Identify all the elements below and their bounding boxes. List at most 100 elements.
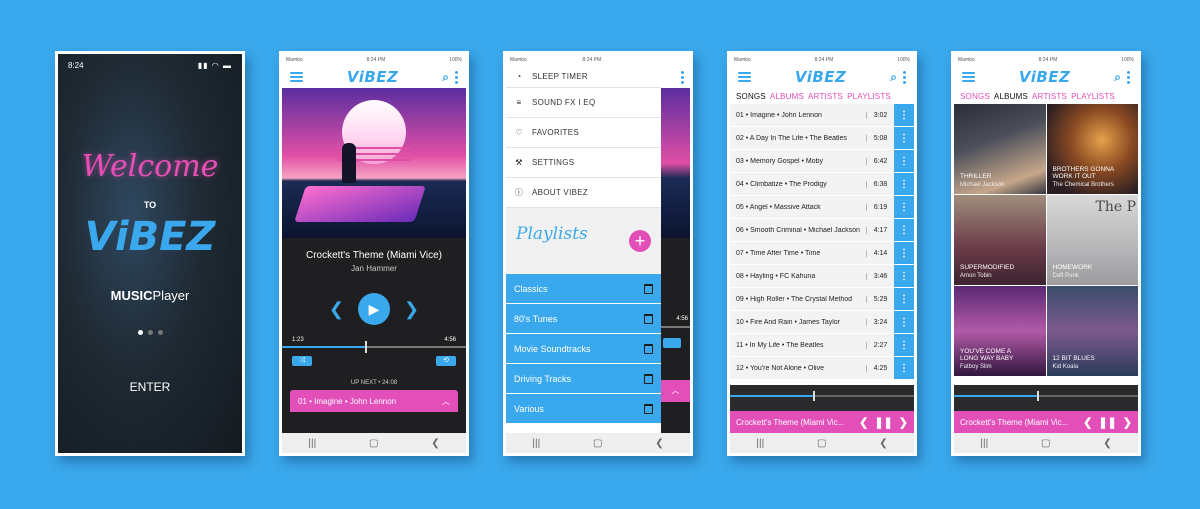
song-row[interactable]: 12 • You're Not Alone • Olive 4:25 ⋮ bbox=[730, 357, 914, 380]
recent-apps-icon[interactable]: ||| bbox=[532, 438, 540, 449]
menu-icon[interactable] bbox=[738, 72, 751, 82]
search-icon[interactable]: ⌕ bbox=[1114, 70, 1121, 85]
song-row[interactable]: 01 • Imagine • John Lennon 3:02 ⋮ bbox=[730, 104, 914, 127]
page-dot[interactable] bbox=[137, 330, 143, 335]
pause-icon[interactable]: ❚❚ bbox=[1098, 416, 1116, 429]
song-options-icon[interactable]: ⋮ bbox=[894, 265, 914, 287]
back-icon[interactable]: ❮ bbox=[655, 438, 663, 449]
previous-icon[interactable]: ❮ bbox=[1083, 416, 1092, 429]
song-options-icon[interactable]: ⋮ bbox=[894, 104, 914, 126]
tab-albums[interactable]: ALBUMS bbox=[770, 92, 804, 101]
next-icon[interactable]: ❯ bbox=[1123, 416, 1132, 429]
next-icon[interactable]: ❯ bbox=[404, 299, 419, 320]
tab-artists[interactable]: ARTISTS bbox=[808, 92, 843, 101]
back-icon[interactable]: ❮ bbox=[1103, 438, 1111, 449]
progress-handle[interactable] bbox=[812, 391, 815, 401]
now-playing-bar[interactable]: Crockett's Theme (Miami Vic... ❮ ❚❚ ❯ bbox=[730, 411, 914, 433]
play-button[interactable]: ▶ bbox=[358, 293, 390, 325]
tab-songs[interactable]: SONGS bbox=[960, 92, 990, 101]
song-row[interactable]: 04 • Climbatize • The Prodigy 6:38 ⋮ bbox=[730, 173, 914, 196]
progress-bar[interactable] bbox=[954, 391, 1138, 401]
song-options-icon[interactable]: ⋮ bbox=[894, 357, 914, 379]
more-icon[interactable] bbox=[903, 70, 906, 84]
add-playlist-button[interactable]: + bbox=[629, 230, 651, 252]
next-icon[interactable]: ❯ bbox=[899, 416, 908, 429]
pause-icon[interactable]: ❚❚ bbox=[874, 416, 892, 429]
menu-item-sound-fx-eq[interactable]: ≡ SOUND FX I EQ bbox=[506, 88, 661, 118]
recent-apps-icon[interactable]: ||| bbox=[756, 438, 764, 449]
song-options-icon[interactable]: ⋮ bbox=[894, 311, 914, 333]
song-options-icon[interactable]: ⋮ bbox=[894, 219, 914, 241]
song-row[interactable]: 10 • Fire And Rain • James Taylor 3:24 ⋮ bbox=[730, 311, 914, 334]
song-options-icon[interactable]: ⋮ bbox=[894, 334, 914, 356]
playlist-item[interactable]: Various bbox=[506, 394, 661, 424]
recent-apps-icon[interactable]: ||| bbox=[308, 438, 316, 449]
more-icon[interactable] bbox=[681, 70, 684, 84]
recent-apps-icon[interactable]: ||| bbox=[980, 438, 988, 449]
home-icon[interactable]: ▢ bbox=[1041, 438, 1050, 449]
progress-handle[interactable] bbox=[364, 341, 367, 353]
album-tile[interactable]: 12 BIT BLUES Kid Koala bbox=[1046, 286, 1138, 376]
more-icon[interactable] bbox=[455, 70, 458, 84]
back-icon[interactable]: ❮ bbox=[431, 438, 439, 449]
trash-icon[interactable] bbox=[644, 343, 653, 354]
tab-songs[interactable]: SONGS bbox=[736, 92, 766, 101]
menu-icon[interactable] bbox=[290, 72, 303, 82]
home-icon[interactable]: ▢ bbox=[593, 438, 602, 449]
chevron-up-icon[interactable]: ︿ bbox=[442, 396, 450, 407]
playlist-item[interactable]: Driving Tracks bbox=[506, 364, 661, 394]
more-icon[interactable] bbox=[1127, 70, 1130, 84]
shuffle-icon[interactable]: ⤨ bbox=[292, 356, 312, 366]
song-options-icon[interactable]: ⋮ bbox=[894, 196, 914, 218]
menu-item-favorites[interactable]: ♡ FAVORITES bbox=[506, 118, 661, 148]
song-options-icon[interactable]: ⋮ bbox=[894, 242, 914, 264]
album-tile[interactable]: YOU'VE COME A LONG WAY BABY Fatboy Slim bbox=[954, 286, 1046, 376]
menu-item-sleep-timer[interactable]: ◔ SLEEP TIMER bbox=[506, 66, 661, 88]
menu-item-about[interactable]: ⓘ ABOUT VIBEZ bbox=[506, 178, 661, 208]
page-dot[interactable] bbox=[157, 330, 163, 335]
search-icon[interactable]: ⌕ bbox=[442, 70, 449, 85]
now-playing-bar[interactable]: Crockett's Theme (Miami Vic... ❮ ❚❚ ❯ bbox=[954, 411, 1138, 433]
playlist-item[interactable]: Classics bbox=[506, 274, 661, 304]
song-options-icon[interactable]: ⋮ bbox=[894, 127, 914, 149]
back-icon[interactable]: ❮ bbox=[879, 438, 887, 449]
menu-item-settings[interactable]: ⚒ SETTINGS bbox=[506, 148, 661, 178]
previous-icon[interactable]: ❮ bbox=[329, 299, 344, 320]
song-row[interactable]: 06 • Smooth Criminal • Michael Jackson 4:… bbox=[730, 219, 914, 242]
tab-playlists[interactable]: PLAYLISTS bbox=[847, 92, 891, 101]
trash-icon[interactable] bbox=[644, 403, 653, 414]
previous-icon[interactable]: ❮ bbox=[859, 416, 868, 429]
enter-button[interactable]: ENTER bbox=[58, 380, 242, 394]
menu-icon[interactable] bbox=[962, 72, 975, 82]
album-tile[interactable]: BROTHERS GONNA WORK IT OUT The Chemical B… bbox=[1046, 104, 1138, 194]
song-options-icon[interactable]: ⋮ bbox=[894, 173, 914, 195]
song-row[interactable]: 05 • Angel • Massive Attack 6:19 ⋮ bbox=[730, 196, 914, 219]
song-row[interactable]: 03 • Memory Gospel • Moby 6:42 ⋮ bbox=[730, 150, 914, 173]
song-options-icon[interactable]: ⋮ bbox=[894, 288, 914, 310]
home-icon[interactable]: ▢ bbox=[817, 438, 826, 449]
tab-playlists[interactable]: PLAYLISTS bbox=[1071, 92, 1115, 101]
song-options-icon[interactable]: ⋮ bbox=[894, 150, 914, 172]
up-next-track[interactable]: 01 • Imagine • John Lennon ︿ bbox=[290, 390, 458, 412]
repeat-icon[interactable]: ⟲ bbox=[436, 356, 456, 366]
playlist-item[interactable]: 80's Tunes bbox=[506, 304, 661, 334]
trash-icon[interactable] bbox=[644, 313, 653, 324]
tab-albums[interactable]: ALBUMS bbox=[994, 92, 1028, 101]
song-row[interactable]: 08 • Hayling • FC Kahuna 3:46 ⋮ bbox=[730, 265, 914, 288]
song-row[interactable]: 02 • A Day In The Life • The Beatles 5:08… bbox=[730, 127, 914, 150]
album-tile[interactable]: THRILLER Michael Jackson bbox=[954, 104, 1046, 194]
search-icon[interactable]: ⌕ bbox=[890, 70, 897, 85]
page-dot[interactable] bbox=[147, 330, 153, 335]
home-icon[interactable]: ▢ bbox=[369, 438, 378, 449]
page-indicator[interactable] bbox=[58, 330, 242, 335]
album-tile[interactable]: SUPERMODIFIED Amon Tobin bbox=[954, 195, 1046, 285]
song-row[interactable]: 09 • High Roller • The Crystal Method 5:2… bbox=[730, 288, 914, 311]
progress-handle[interactable] bbox=[1036, 391, 1039, 401]
song-row[interactable]: 11 • In My Life • The Beatles 2:27 ⋮ bbox=[730, 334, 914, 357]
chevron-up-icon[interactable]: ︿ bbox=[661, 380, 690, 402]
tab-artists[interactable]: ARTISTS bbox=[1032, 92, 1067, 101]
trash-icon[interactable] bbox=[644, 283, 653, 294]
progress-bar[interactable] bbox=[282, 341, 466, 353]
progress-bar[interactable] bbox=[730, 391, 914, 401]
trash-icon[interactable] bbox=[644, 373, 653, 384]
